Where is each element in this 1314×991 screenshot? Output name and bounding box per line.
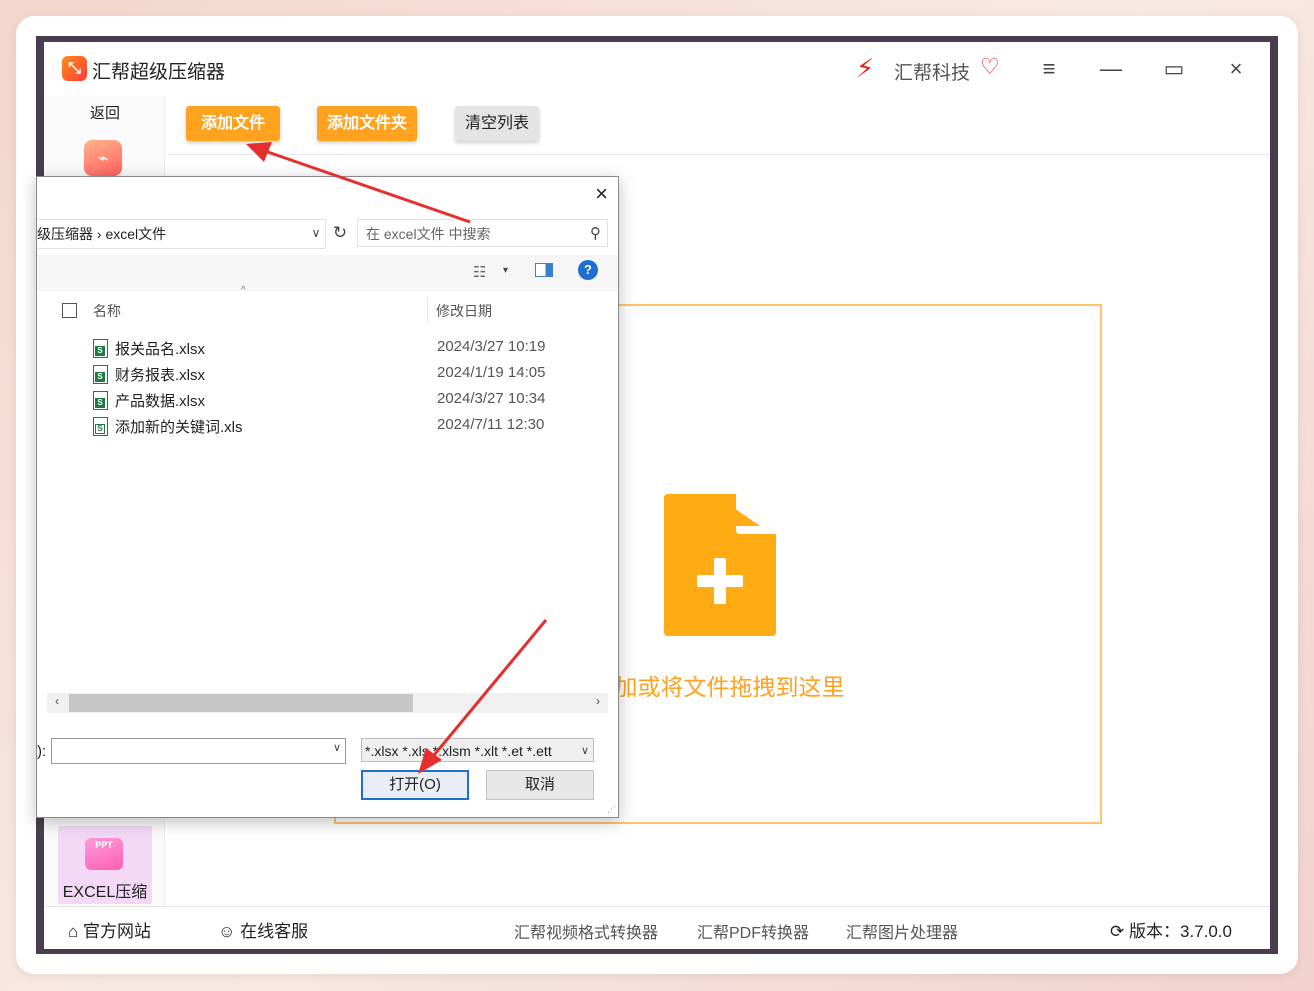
file-date: 2024/3/27 10:19 [437,338,546,355]
search-input[interactable]: 在 excel文件 中搜索 ⚲ [357,219,608,247]
file-row[interactable]: 添加新的关键词.xls 2024/7/11 12:30 [91,414,606,438]
filename-label: ): [37,743,47,760]
close-button[interactable]: × [1219,54,1253,84]
filename-input[interactable]: ∨ [51,738,346,764]
sort-up-icon: ^ [241,285,246,296]
video-converter-link[interactable]: 汇帮视频格式转换器 [514,919,658,943]
app-logo-icon: ⤡ [62,56,87,81]
file-row[interactable]: 产品数据.xlsx 2024/3/27 10:34 [91,388,606,412]
file-name: 报关品名.xlsx [115,341,206,358]
file-name: 产品数据.xlsx [115,393,206,410]
image-processor-link[interactable]: 汇帮图片处理器 [846,919,958,943]
file-date: 2024/7/11 12:30 [437,416,545,433]
excel-file-icon [93,365,108,384]
pdf-converter-link[interactable]: 汇帮PDF转换器 [697,919,809,943]
chevron-down-icon[interactable]: ∨ [309,219,323,247]
support-icon: ☺ [218,922,236,941]
file-date: 2024/3/27 10:34 [437,390,546,407]
brand-name: 汇帮科技 [894,63,971,84]
app-title: 汇帮超级压缩器 [92,62,226,83]
file-name: 财务报表.xlsx [115,367,206,384]
home-icon: ⌂ [68,922,79,941]
preview-pane-icon[interactable] [535,263,553,277]
column-divider[interactable] [427,297,428,323]
add-file-button[interactable]: 添加文件 [186,106,280,141]
view-options-icon[interactable]: ☷ [473,263,486,281]
scroll-left-icon[interactable]: ‹ [55,694,59,708]
refresh-icon: ⟳ [1110,922,1125,941]
address-bar[interactable]: 级压缩器 › excel文件 [37,219,326,249]
search-icon: ⚲ [590,225,601,242]
file-type-select[interactable]: *.xlsx *.xls *.xlsm *.xlt *.et *.ett ∨ [361,738,594,762]
sidebar-item-label: EXCEL压缩 [62,884,148,901]
resize-grip-icon[interactable]: ⋰ [607,804,616,815]
chevron-down-icon: ∨ [580,745,589,757]
scroll-right-icon[interactable]: › [596,694,600,708]
diamond-heart-icon[interactable]: ♡ [980,54,1000,80]
online-support-link[interactable]: ☺ 在线客服 [218,917,308,942]
column-header-name[interactable]: 名称 [93,301,121,321]
search-placeholder: 在 excel文件 中搜索 [366,226,491,242]
open-button[interactable]: 打开(O) [361,770,469,800]
file-open-dialog: × 级压缩器 › excel文件 ∨ ↻ 在 excel文件 中搜索 ⚲ ☷ ▾… [36,176,619,818]
toolbar-divider [168,154,1270,155]
image-compress-icon[interactable]: ⌁ [84,140,122,176]
select-all-checkbox[interactable] [62,303,77,318]
official-website-link[interactable]: ⌂ 官方网站 [68,917,151,942]
cancel-button[interactable]: 取消 [486,770,594,800]
status-bar: ⌂ 官方网站 ☺ 在线客服 汇帮视频格式转换器 汇帮PDF转换器 汇帮图片处理器… [44,906,1270,949]
sidebar-item-excel-compress[interactable]: PPT EXCEL压缩 [58,826,152,904]
official-website-label: 官方网站 [83,922,152,941]
scrollbar-thumb[interactable] [69,694,413,712]
column-header-date[interactable]: 修改日期 [436,301,492,321]
help-icon[interactable]: ? [578,260,598,280]
file-type-value: *.xlsx *.xls *.xlsm *.xlt *.et *.ett [365,743,552,759]
horizontal-scrollbar[interactable]: ‹ › [47,693,608,713]
lightning-logo-icon: ⚡ [856,53,875,83]
add-folder-button[interactable]: 添加文件夹 [317,106,417,141]
file-list: 名称 ^ 修改日期 报关品名.xlsx 2024/3/27 10:19 财务报表… [47,285,608,693]
version-info[interactable]: ⟳ 版本：3.7.0.0 [1110,917,1232,942]
dialog-toolbar: ☷ ▾ ? [37,255,618,291]
menu-icon[interactable]: ≡ [1032,54,1066,84]
dialog-close-button[interactable]: × [595,181,608,207]
folder-icon: PPT [85,838,123,870]
chevron-down-icon[interactable]: ∨ [333,741,341,754]
refresh-icon[interactable]: ↻ [329,219,351,247]
clear-list-button[interactable]: 清空列表 [455,106,539,141]
title-bar: ⤡ 汇帮超级压缩器 ⚡ 汇帮科技 ♡ ≡ — ▭ × [44,42,1270,96]
online-support-label: 在线客服 [240,922,309,941]
file-row[interactable]: 报关品名.xlsx 2024/3/27 10:19 [91,336,606,360]
minimize-button[interactable]: — [1094,54,1128,84]
excel-file-icon [93,417,108,436]
add-file-icon [664,494,776,636]
file-row[interactable]: 财务报表.xlsx 2024/1/19 14:05 [91,362,606,386]
back-button[interactable]: 返回 [90,102,120,123]
version-label: 版本：3.7.0.0 [1128,922,1232,941]
file-name: 添加新的关键词.xls [115,419,243,436]
excel-file-icon [93,391,108,410]
excel-file-icon [93,339,108,358]
file-date: 2024/1/19 14:05 [437,364,546,381]
maximize-button[interactable]: ▭ [1157,54,1191,84]
chevron-down-icon[interactable]: ▾ [503,265,508,276]
